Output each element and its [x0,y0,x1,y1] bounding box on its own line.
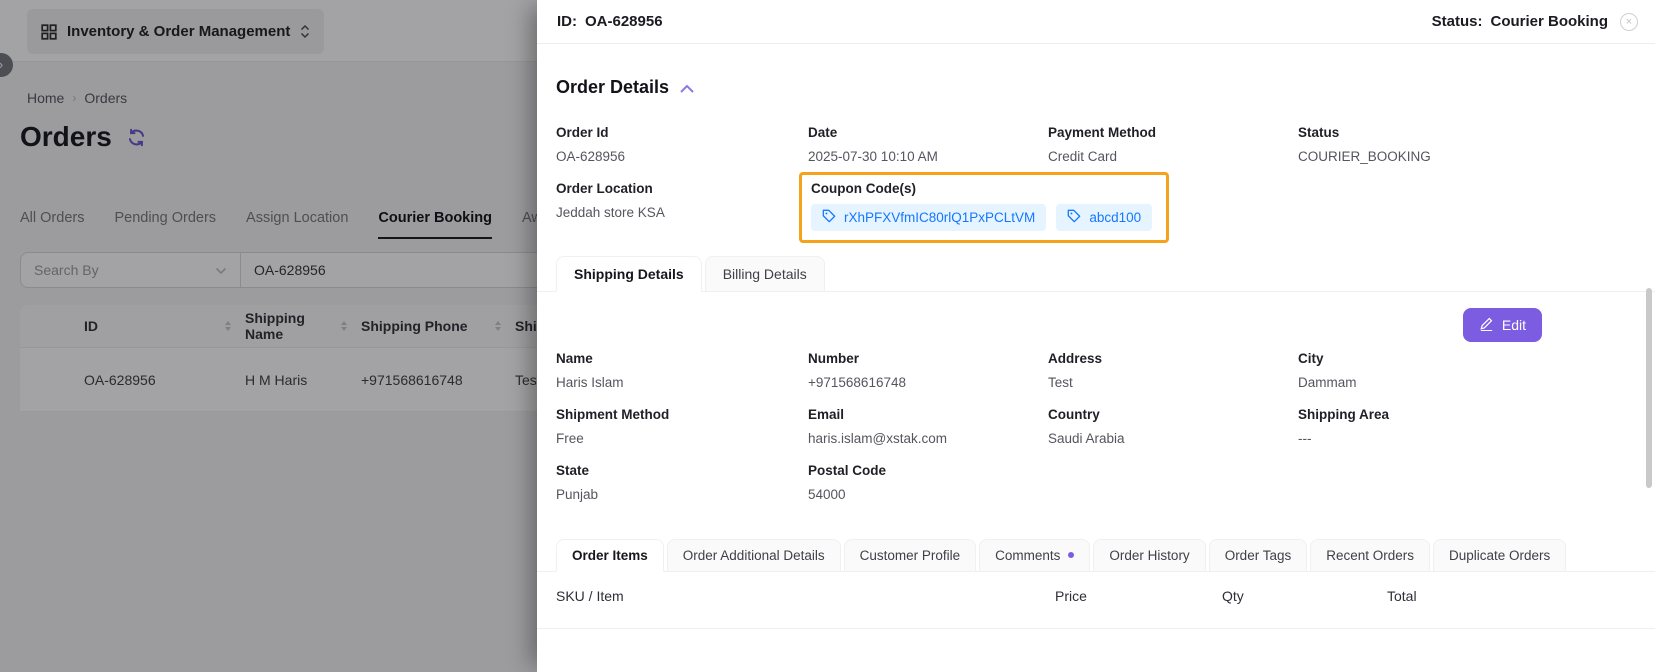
edit-button[interactable]: Edit [1463,308,1542,342]
edit-pencil-icon [1479,316,1494,334]
tab-order-items[interactable]: Order Items [556,539,664,572]
coupon-tag[interactable]: rXhPFXVfmIC80rlQ1PxPCLtVM [811,204,1046,231]
field-city: City Dammam [1298,350,1630,406]
field-shipping-area: Shipping Area --- [1298,406,1630,462]
column-sku-item: SKU / Item [556,588,1055,604]
tab-shipping-details[interactable]: Shipping Details [556,256,702,292]
divider [537,628,1655,629]
tab-order-additional-details[interactable]: Order Additional Details [667,539,841,572]
status-value: Courier Booking [1490,13,1608,30]
coupon-highlight-box: Coupon Code(s) rXhPFXVfmIC80rlQ1PxPCLtVM [799,172,1169,243]
address-tabbar: Shipping Details Billing Details [537,256,1655,292]
screen: Inventory & Order Management › Home › Or… [0,0,1655,672]
tab-duplicate-orders[interactable]: Duplicate Orders [1433,539,1566,572]
section-tabbar: Order Items Order Additional Details Cus… [537,539,1655,572]
tag-icon [1067,209,1081,226]
drawer-header: ID: OA-628956 Status: Courier Booking × [537,0,1655,44]
modal-overlay[interactable] [0,0,537,672]
notification-dot [1068,552,1074,558]
order-details-drawer: ID: OA-628956 Status: Courier Booking × … [537,0,1655,672]
tab-recent-orders[interactable]: Recent Orders [1310,539,1430,572]
tab-comments[interactable]: Comments [979,539,1090,572]
coupon-label: Coupon Code(s) [811,180,1152,197]
tag-icon [822,209,836,226]
drawer-order-id: ID: OA-628956 [557,13,663,30]
field-shipment-method: Shipment Method Free [556,406,808,462]
field-country: Country Saudi Arabia [1048,406,1298,462]
order-details-title: Order Details [556,77,669,98]
shipping-fields-grid: Name Haris Islam Number +971568616748 Ad… [556,350,1630,518]
field-name: Name Haris Islam [556,350,808,406]
field-number: Number +971568616748 [808,350,1048,406]
order-fields-grid: Order Id OA-628956 Date 2025-07-30 10:10… [556,124,1630,243]
field-postal-code: Postal Code 54000 [808,462,1048,518]
collapse-chevron-up-icon[interactable] [680,80,694,98]
tab-order-history[interactable]: Order History [1093,539,1205,572]
column-qty: Qty [1222,588,1387,604]
coupon-tag[interactable]: abcd100 [1056,204,1152,231]
tab-order-tags[interactable]: Order Tags [1209,539,1308,572]
tab-billing-details[interactable]: Billing Details [705,256,825,292]
field-state: State Punjab [556,462,808,518]
column-total: Total [1387,588,1630,604]
drawer-body: Order Details Order Id OA-628956 Date 20… [537,77,1655,629]
field-order-location: Order Location Jeddah store KSA [556,180,808,243]
column-price: Price [1055,588,1222,604]
drawer-status: Status: Courier Booking × [1432,13,1638,31]
field-email: Email haris.islam@xstak.com [808,406,1048,462]
drawer-scrollbar[interactable] [1646,288,1652,488]
field-status: Status COURIER_BOOKING [1298,124,1630,180]
order-items-table-header: SKU / Item Price Qty Total [556,588,1630,604]
close-icon[interactable]: × [1620,13,1638,31]
tab-customer-profile[interactable]: Customer Profile [844,539,977,572]
field-order-id: Order Id OA-628956 [556,124,808,180]
field-coupon-codes: Coupon Code(s) rXhPFXVfmIC80rlQ1PxPCLtVM [808,180,1298,243]
field-address: Address Test [1048,350,1298,406]
